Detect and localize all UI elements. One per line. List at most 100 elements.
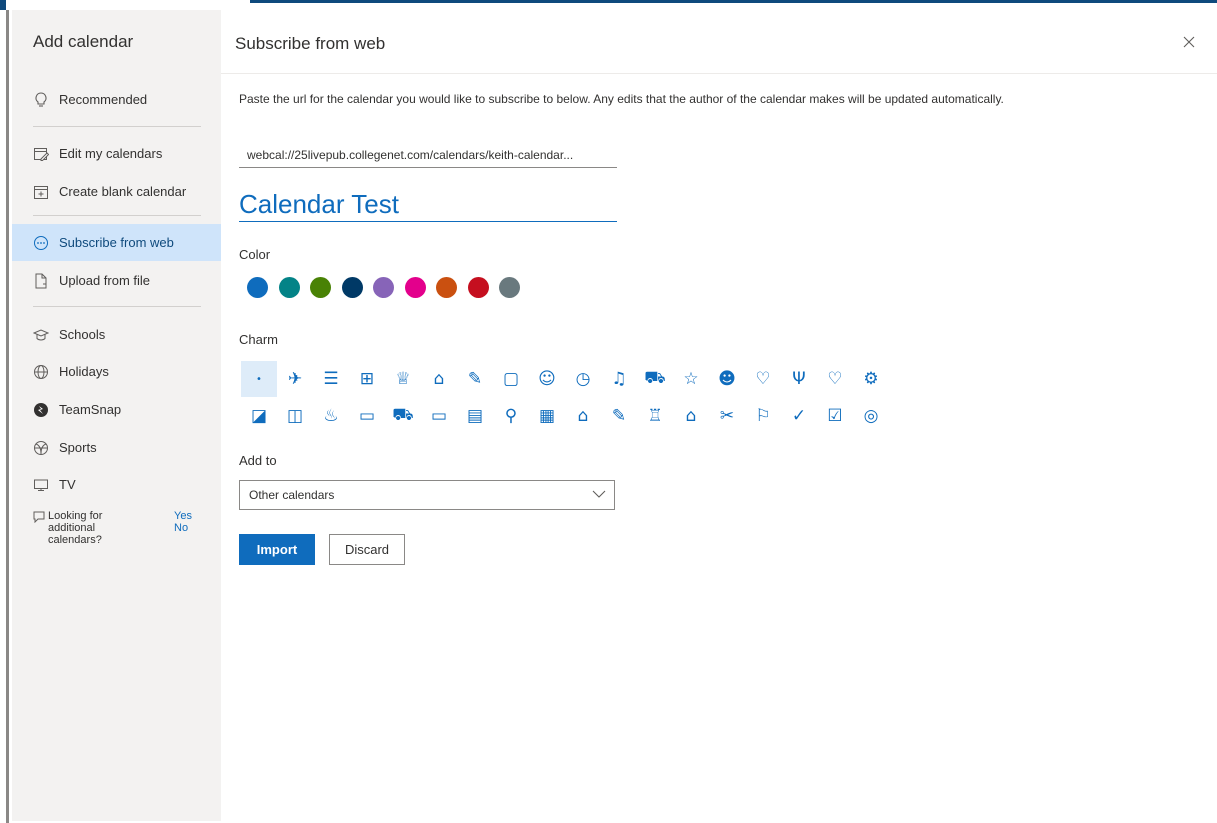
color-swatch[interactable]: [436, 277, 457, 298]
charm-icon[interactable]: ▭: [421, 398, 457, 434]
charm-icon[interactable]: ✎: [601, 398, 637, 434]
page-title: Subscribe from web: [235, 34, 386, 53]
discard-button[interactable]: Discard: [329, 534, 405, 565]
charm-icon[interactable]: ⚙: [853, 361, 889, 397]
sidebar-divider: [33, 215, 201, 216]
charm-icon[interactable]: ☑: [817, 398, 853, 434]
charm-icon[interactable]: ✈: [277, 361, 313, 397]
sidebar-item-create-blank-calendar[interactable]: Create blank calendar: [12, 173, 221, 210]
charm-icon[interactable]: ♕: [385, 361, 421, 397]
sidebar-item-label: Create blank calendar: [59, 184, 187, 199]
charm-icon[interactable]: ☆: [673, 361, 709, 397]
color-swatch[interactable]: [341, 277, 363, 298]
import-button[interactable]: Import: [239, 534, 315, 565]
top-accent-stripe: [250, 0, 1217, 3]
sidebar-item-upload-from-file[interactable]: Upload from file: [12, 262, 221, 299]
top-app-bar: [0, 0, 1217, 10]
charm-icon[interactable]: ⚲: [493, 398, 529, 434]
charm-icon[interactable]: Ψ: [781, 361, 817, 397]
sidebar-item-label: Sports: [59, 440, 97, 455]
charm-icon[interactable]: ⛟: [637, 361, 673, 397]
color-swatch[interactable]: [278, 277, 300, 298]
calendar-url-input[interactable]: [239, 142, 617, 168]
tv-icon: [33, 477, 49, 493]
color-swatch[interactable]: [499, 277, 520, 298]
charm-icon[interactable]: ⌂: [421, 361, 457, 397]
sidebar-item-label: Edit my calendars: [59, 146, 163, 161]
charm-icon[interactable]: ✂: [709, 398, 745, 434]
add-calendar-icon: [33, 184, 49, 200]
charm-icon[interactable]: •: [241, 361, 277, 397]
color-swatch[interactable]: [373, 277, 394, 298]
color-swatch[interactable]: [467, 277, 489, 298]
charm-icon[interactable]: ☻: [709, 361, 745, 397]
subscribe-web-icon: [33, 235, 49, 251]
add-calendar-dialog: Add calendar Recommended Edit my calenda…: [12, 10, 1217, 823]
sidebar-item-recommended[interactable]: Recommended: [12, 81, 221, 118]
charm-icon[interactable]: ♨: [313, 398, 349, 434]
sidebar-item-label: Subscribe from web: [59, 235, 174, 250]
charm-icon[interactable]: ♡: [745, 361, 781, 397]
charm-icon[interactable]: ◫: [277, 398, 313, 434]
charm-icon[interactable]: ▭: [349, 398, 385, 434]
feedback-question: Looking for additional calendars?: [48, 510, 103, 546]
charm-row: ◪ ◫ ♨ ▭ ⛟ ▭ ▤ ⚲ ▦ ⌂ ✎ ♖ ⌂ ✂ ⚐ ✓ ☑ ◎: [241, 398, 981, 435]
sidebar-item-edit-my-calendars[interactable]: Edit my calendars: [12, 135, 221, 172]
charm-icon[interactable]: ▦: [529, 398, 565, 434]
panel-header: Subscribe from web: [221, 10, 1217, 74]
charm-icon[interactable]: ◎: [853, 398, 889, 434]
sidebar-item-subscribe-from-web[interactable]: Subscribe from web: [12, 224, 221, 261]
add-to-dropdown[interactable]: Other calendars: [239, 480, 615, 510]
charm-icon[interactable]: ◪: [241, 398, 277, 434]
lightbulb-icon: [33, 91, 49, 108]
background-left-edge: [0, 10, 12, 823]
charm-icon[interactable]: ☰: [313, 361, 349, 397]
charm-icon[interactable]: ⊞: [349, 361, 385, 397]
charm-label: Charm: [239, 332, 279, 347]
upload-file-icon: [33, 273, 49, 289]
chevron-down-icon: [592, 487, 606, 504]
sidebar-item-sports[interactable]: Sports: [12, 429, 221, 466]
charm-icon[interactable]: ◷: [565, 361, 601, 397]
charm-icon[interactable]: ⛟: [385, 398, 421, 434]
edit-calendar-icon: [33, 146, 49, 162]
charm-icon[interactable]: ⌂: [673, 398, 709, 434]
sidebar-item-label: TeamSnap: [59, 402, 122, 417]
charm-icon[interactable]: ⌂: [565, 398, 601, 434]
description-text: Paste the url for the calendar you would…: [239, 92, 1004, 106]
sidebar-item-holidays[interactable]: Holidays: [12, 353, 221, 390]
background-divider: [6, 10, 9, 823]
charm-row: • ✈ ☰ ⊞ ♕ ⌂ ✎ ▢ ☺ ◷ ♫ ⛟ ☆ ☻ ♡ Ψ ♡ ⚙: [241, 361, 981, 398]
sidebar-item-tv[interactable]: TV: [12, 466, 221, 503]
charm-icon[interactable]: ☺: [529, 361, 565, 397]
add-to-selected-value: Other calendars: [249, 488, 335, 502]
top-accent-left: [0, 0, 6, 10]
sidebar-divider: [33, 306, 201, 307]
charm-icon[interactable]: ▢: [493, 361, 529, 397]
charm-icon[interactable]: ♡: [817, 361, 853, 397]
color-swatch[interactable]: [310, 277, 331, 298]
color-label: Color: [239, 247, 271, 262]
sidebar-item-label: TV: [59, 477, 76, 492]
charm-icon[interactable]: ♫: [601, 361, 637, 397]
charm-icon[interactable]: ⚐: [745, 398, 781, 434]
sidebar-item-schools[interactable]: Schools: [12, 316, 221, 353]
sidebar-item-teamsnap[interactable]: TeamSnap: [12, 391, 221, 428]
close-button[interactable]: [1179, 32, 1199, 52]
color-swatch[interactable]: [404, 277, 426, 298]
sidebar-item-label: Schools: [59, 327, 106, 342]
sidebar: Add calendar Recommended Edit my calenda…: [12, 10, 221, 821]
charm-icon[interactable]: ♖: [637, 398, 673, 434]
color-swatch[interactable]: [247, 277, 268, 298]
charm-icon[interactable]: ✓: [781, 398, 817, 434]
charm-icon[interactable]: ✎: [457, 361, 493, 397]
sidebar-item-label: Upload from file: [59, 273, 151, 288]
globe-icon: [33, 364, 49, 380]
feedback-no-link[interactable]: No: [174, 522, 188, 534]
sidebar-item-label: Recommended: [59, 92, 148, 107]
charm-icon[interactable]: ▤: [457, 398, 493, 434]
color-picker: [247, 277, 531, 301]
calendar-name-input[interactable]: [239, 188, 617, 222]
feedback-icon: [33, 511, 45, 526]
feedback-yes-link[interactable]: Yes: [174, 510, 192, 522]
